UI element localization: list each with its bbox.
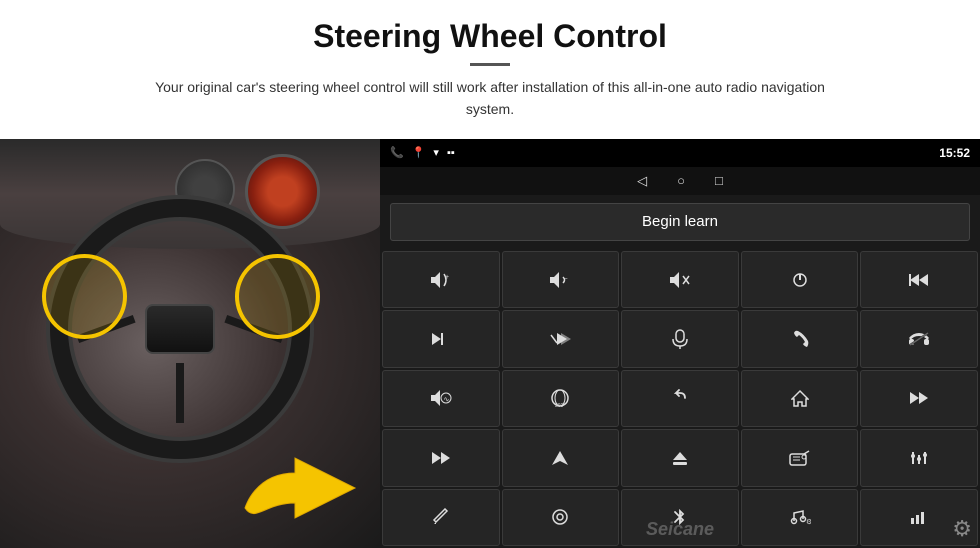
navigate-btn[interactable] (502, 429, 620, 486)
begin-learn-button[interactable]: Begin learn (390, 203, 970, 241)
location-icon: 📍 (412, 146, 426, 159)
begin-learn-row: Begin learn (380, 195, 980, 249)
power-btn[interactable] (741, 251, 859, 308)
next-track-btn[interactable] (382, 429, 500, 486)
status-bar: 📞 📍 ▾ ▪▪ 15:52 (380, 139, 980, 167)
sw-highlight-left (42, 254, 127, 339)
back-nav-btn[interactable]: ◁ (637, 173, 647, 189)
settings-circle-btn[interactable] (502, 489, 620, 546)
arrow-indicator (235, 453, 365, 533)
skip-prev-btn[interactable] (860, 370, 978, 427)
nav-buttons-row: ◁ ○ □ (380, 167, 980, 195)
radio-btn[interactable] (741, 429, 859, 486)
header-section: Steering Wheel Control Your original car… (0, 0, 980, 131)
controls-grid: + − (380, 249, 980, 548)
skip-next-btn[interactable] (382, 310, 500, 367)
mute-btn[interactable] (621, 251, 739, 308)
eq-btn[interactable] (860, 429, 978, 486)
title-divider (470, 63, 510, 66)
subtitle: Your original car's steering wheel contr… (140, 76, 840, 121)
360-btn[interactable]: 360° (502, 370, 620, 427)
svg-text:−: − (564, 276, 568, 283)
speaker-btn[interactable]: ∿ (382, 370, 500, 427)
settings-gear-btn[interactable]: ⚙ (952, 516, 972, 542)
pen-btn[interactable] (382, 489, 500, 546)
content-section: + M − ↺ ⊡ ◇ ⊙ ◇ (0, 139, 980, 548)
svg-text:∿: ∿ (443, 397, 449, 404)
bluetooth-btn[interactable] (621, 489, 739, 546)
head-unit-screen: 📞 📍 ▾ ▪▪ 15:52 ◁ ○ □ Begin learn (380, 139, 980, 548)
svg-text:360°: 360° (555, 403, 565, 409)
sw-spoke-bottom (176, 363, 184, 423)
mute-ff-btn[interactable] (502, 310, 620, 367)
page-title: Steering Wheel Control (60, 18, 920, 55)
status-left: 📞 📍 ▾ ▪▪ (390, 146, 455, 159)
end-call-btn[interactable] (860, 310, 978, 367)
page-container: Steering Wheel Control Your original car… (0, 0, 980, 548)
svg-text:+: + (445, 274, 449, 281)
phone-status-icon: 📞 (390, 146, 404, 159)
sw-hub (145, 304, 215, 354)
mic-btn[interactable] (621, 310, 739, 367)
home-btn[interactable] (741, 370, 859, 427)
home-nav-btn[interactable]: ○ (677, 173, 685, 188)
wifi-icon: ▾ (433, 146, 439, 159)
steering-wheel-image: + M − ↺ ⊡ ◇ ⊙ ◇ (0, 139, 380, 548)
battery-icon: ▪▪ (447, 147, 455, 159)
svg-text:⚙: ⚙ (806, 518, 811, 526)
sw-highlight-right (235, 254, 320, 339)
recents-nav-btn[interactable]: □ (715, 173, 723, 188)
prev-end-btn[interactable] (860, 251, 978, 308)
eject-btn[interactable] (621, 429, 739, 486)
vol-up-btn[interactable]: + (382, 251, 500, 308)
back-btn[interactable] (621, 370, 739, 427)
call-btn[interactable] (741, 310, 859, 367)
status-time: 15:52 (939, 146, 970, 160)
sw-speedometer (245, 154, 320, 229)
vol-down-btn[interactable]: − (502, 251, 620, 308)
music-btn[interactable]: ⚙ (741, 489, 859, 546)
